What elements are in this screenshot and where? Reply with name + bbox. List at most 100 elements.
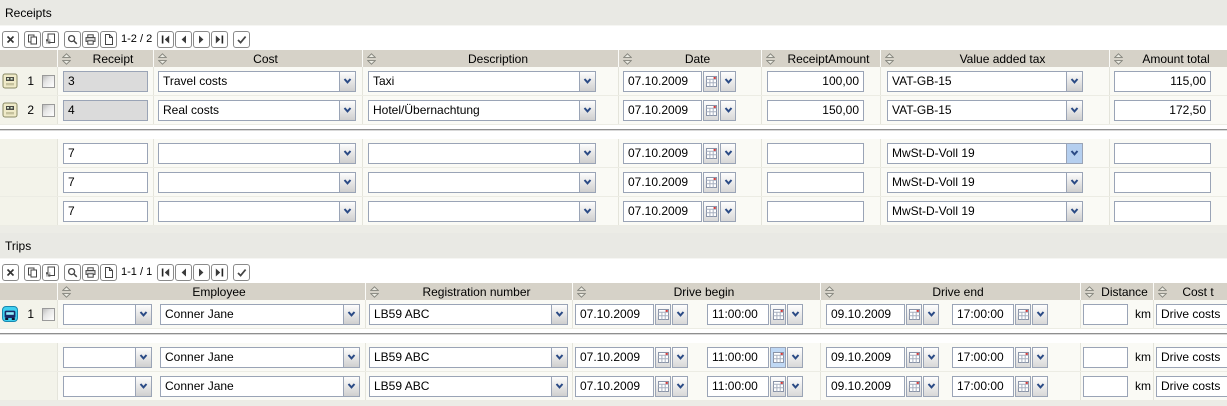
calendar-button[interactable] <box>703 143 719 164</box>
registration-combobox[interactable]: LB59 ABC <box>369 304 568 325</box>
cost-type-field[interactable] <box>1156 347 1227 368</box>
clock-button[interactable] <box>1015 376 1031 397</box>
chevron-down-icon[interactable] <box>339 101 355 120</box>
next-page-button[interactable] <box>193 31 210 48</box>
employee-id-combobox[interactable] <box>63 304 152 325</box>
end-time-field[interactable] <box>952 376 1014 397</box>
cost-combobox[interactable] <box>158 201 356 222</box>
sort-icon[interactable] <box>62 286 73 298</box>
vat-combobox[interactable]: MwSt-D-Voll 19 <box>887 143 1083 164</box>
next-page-button[interactable] <box>193 264 210 281</box>
amount-total-field[interactable] <box>1114 172 1211 193</box>
chevron-down-icon[interactable] <box>579 144 595 163</box>
cost-combobox[interactable] <box>158 172 356 193</box>
receipt-number-field[interactable] <box>63 201 148 222</box>
receipt-number-field[interactable] <box>63 143 148 164</box>
cost-combobox[interactable] <box>158 143 356 164</box>
begin-date-field[interactable] <box>575 347 654 368</box>
confirm-button[interactable] <box>233 264 250 281</box>
receipt-amount-field[interactable] <box>767 100 864 121</box>
time-dropdown-button[interactable] <box>1032 376 1048 397</box>
chevron-down-icon[interactable] <box>551 348 567 367</box>
end-time-field[interactable] <box>952 347 1014 368</box>
end-date-field[interactable] <box>826 376 905 397</box>
print-button[interactable] <box>82 264 99 281</box>
calendar-button[interactable] <box>655 304 671 325</box>
registration-combobox[interactable]: LB59 ABC <box>369 347 568 368</box>
description-combobox[interactable] <box>368 172 596 193</box>
begin-time-field[interactable] <box>707 376 769 397</box>
employee-name-combobox[interactable]: Conner Jane <box>160 376 360 397</box>
sort-icon[interactable] <box>1085 286 1096 298</box>
chevron-down-icon[interactable] <box>579 202 595 221</box>
row-select-checkbox[interactable] <box>42 308 55 321</box>
chevron-down-icon[interactable] <box>1066 72 1082 91</box>
time-dropdown-button[interactable] <box>787 376 803 397</box>
print-button[interactable] <box>82 31 99 48</box>
distance-field[interactable] <box>1083 376 1128 397</box>
chevron-down-icon[interactable] <box>343 305 359 324</box>
clock-button[interactable] <box>1015 347 1031 368</box>
copy-append-row-button[interactable] <box>42 31 59 48</box>
create-row-button[interactable] <box>100 264 117 281</box>
row-select-checkbox[interactable] <box>42 104 55 117</box>
calendar-button[interactable] <box>703 172 719 193</box>
cost-type-field[interactable] <box>1156 304 1227 325</box>
chevron-down-icon[interactable] <box>343 348 359 367</box>
description-combobox[interactable]: Hotel/Übernachtung <box>368 100 596 121</box>
end-date-field[interactable] <box>826 304 905 325</box>
time-dropdown-button[interactable] <box>787 304 803 325</box>
date-field[interactable] <box>623 143 702 164</box>
chevron-down-icon[interactable] <box>135 377 151 396</box>
chevron-down-icon[interactable] <box>579 101 595 120</box>
receipt-amount-field[interactable] <box>767 71 864 92</box>
time-dropdown-button[interactable] <box>1032 304 1048 325</box>
date-field[interactable] <box>623 201 702 222</box>
chevron-down-icon[interactable] <box>579 72 595 91</box>
amount-total-field[interactable] <box>1114 71 1211 92</box>
chevron-down-icon[interactable] <box>339 202 355 221</box>
first-page-button[interactable] <box>157 31 174 48</box>
date-dropdown-button[interactable] <box>672 347 688 368</box>
date-dropdown-button[interactable] <box>720 143 736 164</box>
previous-page-button[interactable] <box>175 31 192 48</box>
clock-button[interactable] <box>770 376 786 397</box>
vat-combobox[interactable]: MwSt-D-Voll 19 <box>887 201 1083 222</box>
distance-field[interactable] <box>1083 347 1128 368</box>
sort-icon[interactable] <box>1114 53 1125 65</box>
description-combobox[interactable]: Taxi <box>368 71 596 92</box>
date-dropdown-button[interactable] <box>672 376 688 397</box>
receipt-amount-field[interactable] <box>767 201 864 222</box>
calendar-button[interactable] <box>906 376 922 397</box>
amount-total-field[interactable] <box>1114 143 1211 164</box>
first-page-button[interactable] <box>157 264 174 281</box>
previous-page-button[interactable] <box>175 264 192 281</box>
chevron-down-icon[interactable] <box>1066 101 1082 120</box>
search-button[interactable] <box>64 31 81 48</box>
chevron-down-icon[interactable] <box>579 173 595 192</box>
begin-time-field[interactable] <box>707 304 769 325</box>
cost-type-field[interactable] <box>1156 376 1227 397</box>
clock-button[interactable] <box>770 347 786 368</box>
sort-icon[interactable] <box>367 53 378 65</box>
chevron-down-icon[interactable] <box>135 348 151 367</box>
delete-row-button[interactable] <box>2 31 19 48</box>
date-field[interactable] <box>623 100 702 121</box>
chevron-down-icon[interactable] <box>339 173 355 192</box>
receipt-amount-field[interactable] <box>767 143 864 164</box>
chevron-down-icon[interactable] <box>343 377 359 396</box>
date-dropdown-button[interactable] <box>923 347 939 368</box>
sort-icon[interactable] <box>885 53 896 65</box>
date-field[interactable] <box>623 172 702 193</box>
last-page-button[interactable] <box>211 264 228 281</box>
date-dropdown-button[interactable] <box>720 201 736 222</box>
vat-combobox[interactable]: MwSt-D-Voll 19 <box>887 172 1083 193</box>
time-dropdown-button[interactable] <box>787 347 803 368</box>
sort-icon[interactable] <box>825 286 836 298</box>
description-combobox[interactable] <box>368 201 596 222</box>
calendar-button[interactable] <box>655 347 671 368</box>
calendar-button[interactable] <box>703 100 719 121</box>
cost-combobox[interactable]: Travel costs <box>158 71 356 92</box>
receipt-amount-field[interactable] <box>767 172 864 193</box>
copy-append-row-button[interactable] <box>42 264 59 281</box>
